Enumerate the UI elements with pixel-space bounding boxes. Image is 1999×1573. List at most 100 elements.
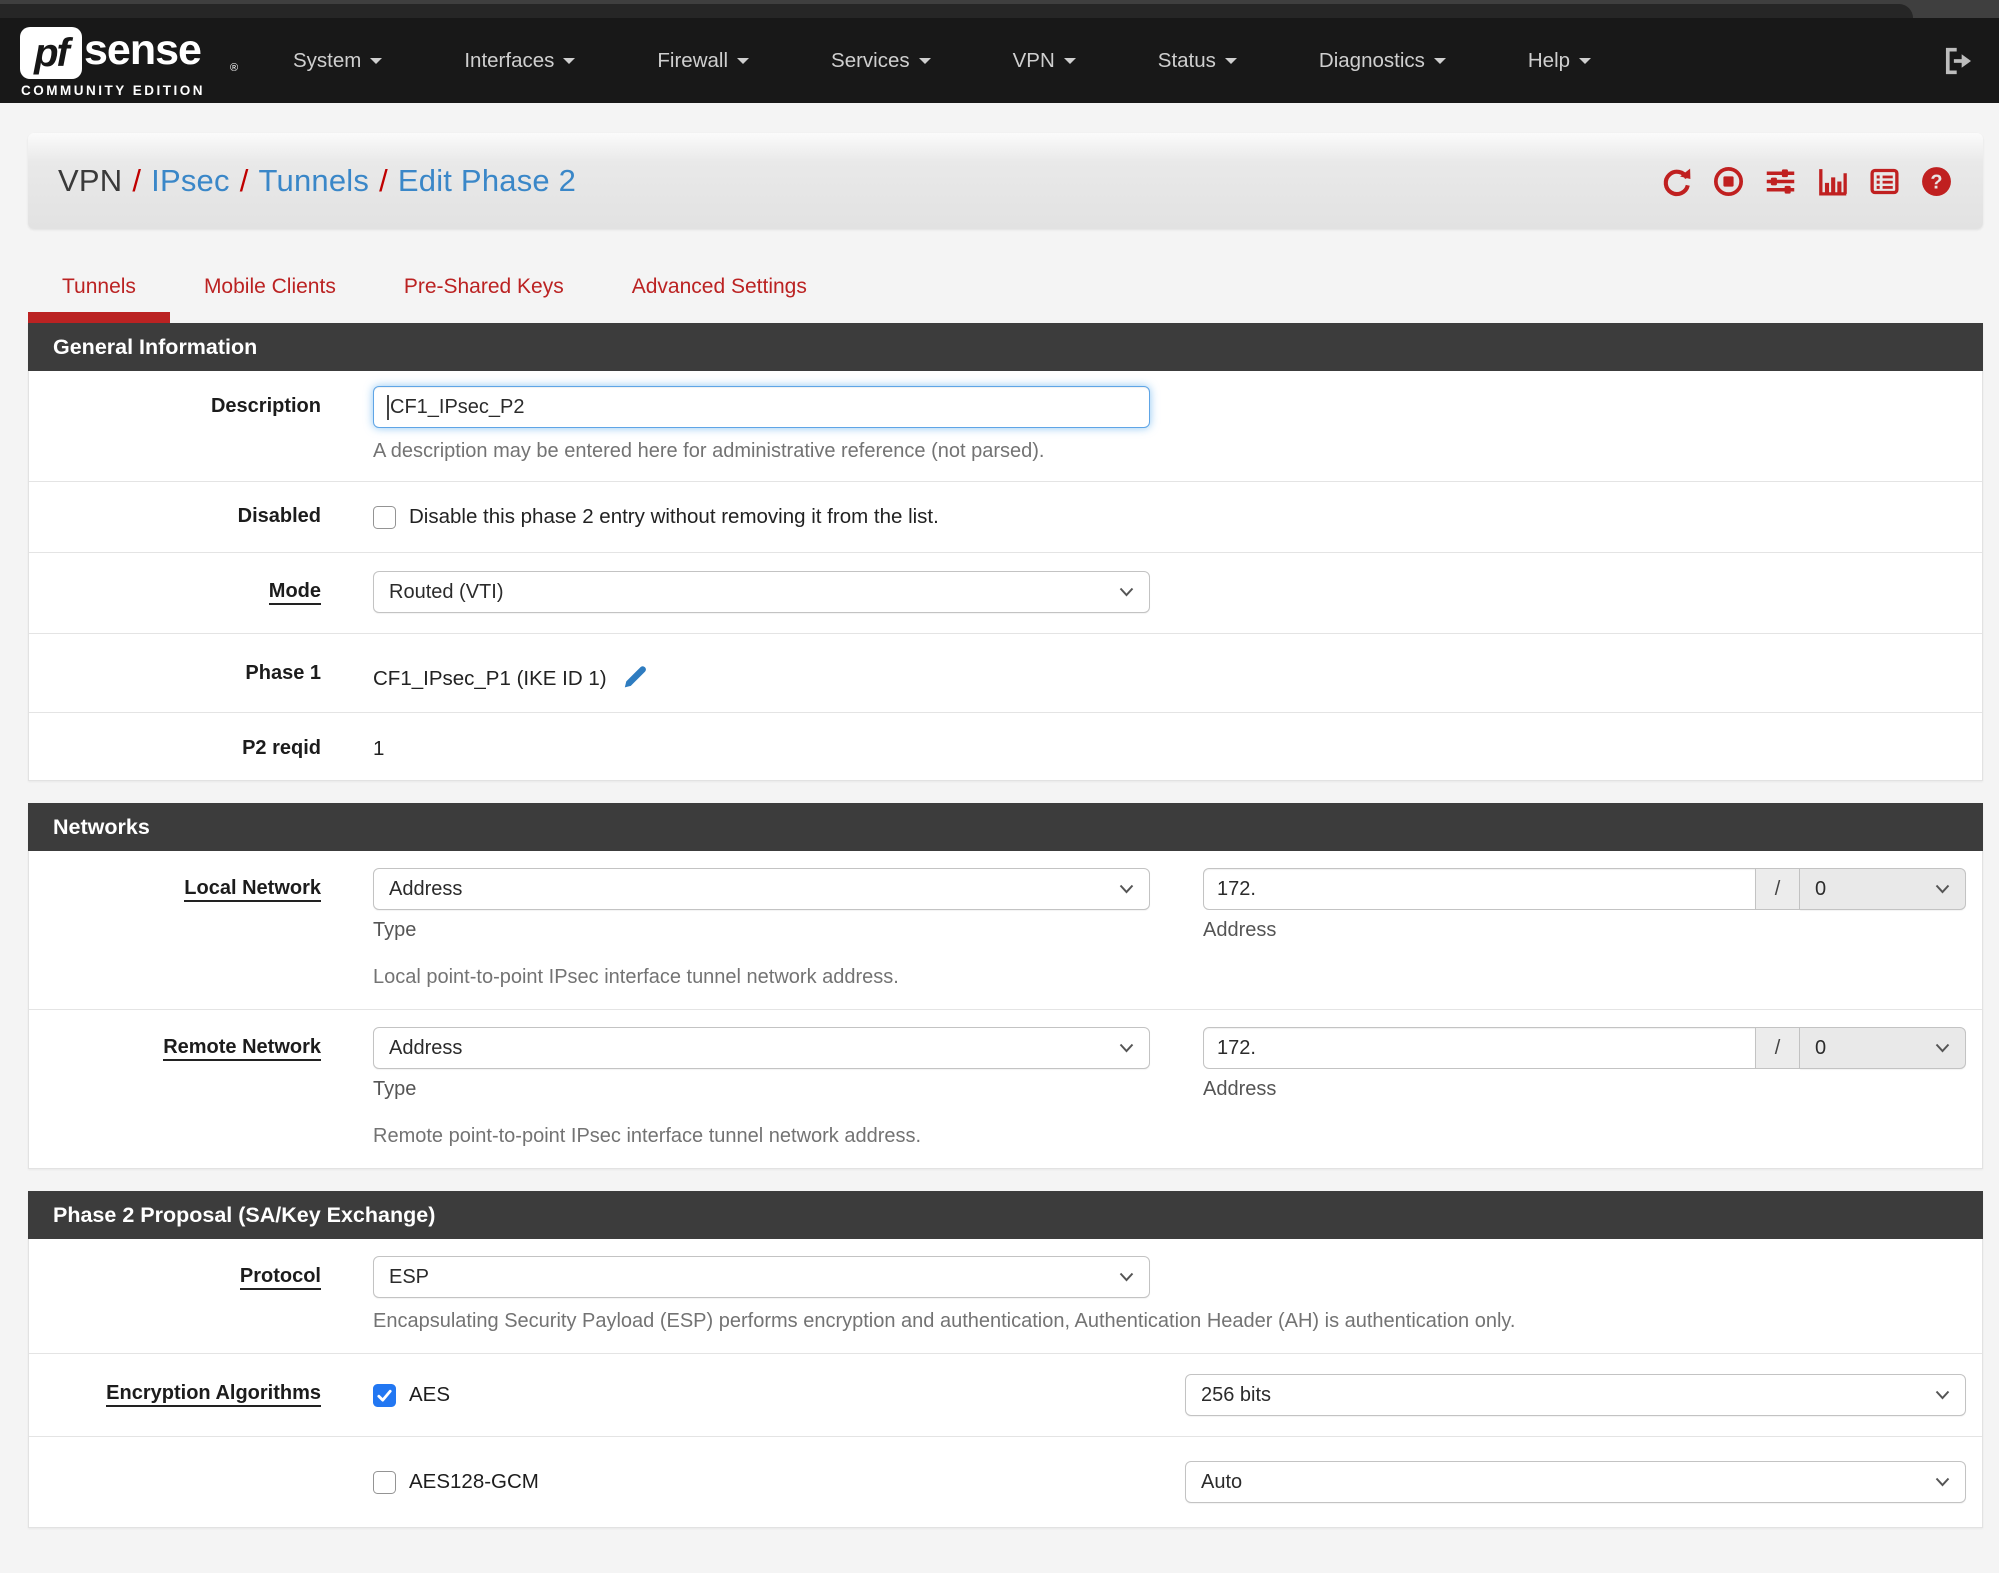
description-row: Description CF1_IPsec_P2 A description m… [29,371,1982,482]
description-help: A description may be entered here for ad… [373,440,1045,462]
description-label: Description [210,395,321,417]
networks-heading: Networks [28,803,1983,851]
nav-item-interfaces[interactable]: Interfaces [423,49,616,73]
aes-checkbox-label[interactable]: AES [409,1383,450,1407]
chevron-down-icon [1119,1043,1134,1053]
browser-tab-shape [0,4,1913,18]
help-icon[interactable]: ? [1920,165,1953,198]
tab-pre-shared-keys[interactable]: Pre-Shared Keys [370,275,598,323]
chevron-down-icon [1935,1043,1950,1053]
logo-registered-mark: ® [230,62,239,74]
nav-item-diagnostics[interactable]: Diagnostics [1278,49,1487,73]
encryption-aes-row: Encryption Algorithms AES 256 bits [29,1354,1982,1437]
mode-select[interactable]: Routed (VTI) [373,571,1150,613]
disabled-label: Disabled [237,505,321,527]
refresh-icon[interactable] [1660,165,1693,198]
chevron-down-icon [370,58,383,65]
chevron-down-icon [918,58,931,65]
text-caret [387,394,389,420]
remote-network-type-select[interactable]: Address [373,1027,1150,1069]
protocol-row: Protocol ESP Encapsulating Security Payl… [29,1239,1982,1354]
local-network-type-select[interactable]: Address [373,868,1150,910]
protocol-help: Encapsulating Security Payload (ESP) per… [373,1310,1516,1332]
page-action-icons: ? [1660,165,1953,198]
tab-advanced-settings[interactable]: Advanced Settings [598,275,841,323]
aes128gcm-checkbox[interactable] [373,1470,396,1494]
encryption-aes128gcm-row: AES128-GCM Auto [29,1437,1982,1527]
pf-logo-box: pf [20,27,82,79]
nav-item-help[interactable]: Help [1487,49,1632,73]
chevron-down-icon [1935,884,1950,894]
remote-type-help: Type [373,1078,417,1100]
breadcrumb-bar: VPN / IPsec / Tunnels / Edit Phase 2 ? [28,133,1983,229]
encryption-algorithms-label: Encryption Algorithms [29,1374,321,1416]
disabled-row: Disabled Disable this phase 2 entry with… [29,482,1982,553]
chevron-down-icon [1119,884,1134,894]
tab-mobile-clients[interactable]: Mobile Clients [170,275,370,323]
local-address-input[interactable]: 172. [1203,868,1756,910]
local-type-help: Type [373,919,417,941]
phase2-proposal-panel: Phase 2 Proposal (SA/Key Exchange) Proto… [28,1191,1983,1528]
nav-item-status[interactable]: Status [1117,49,1278,73]
aes128gcm-checkbox-label[interactable]: AES128-GCM [409,1470,539,1494]
chevron-down-icon [1119,1272,1134,1282]
aes-checkbox[interactable] [373,1383,396,1407]
local-network-row: Local Network Address Type 172. / 0 Addr… [29,851,1982,1010]
chevron-down-icon [1433,58,1446,65]
networks-panel: Networks Local Network Address Type 172.… [28,803,1983,1169]
nav-item-firewall[interactable]: Firewall [616,49,790,73]
remote-address-help: Address [1203,1078,1277,1100]
ipsec-tabs: Tunnels Mobile Clients Pre-Shared Keys A… [28,275,1983,323]
sliders-icon[interactable] [1764,165,1797,198]
phase1-value: CF1_IPsec_P1 (IKE ID 1) [373,653,1966,691]
slash-addon: / [1756,868,1800,910]
sign-out-icon[interactable] [1939,44,1973,78]
breadcrumb-link-edit-phase2[interactable]: Edit Phase 2 [398,163,576,198]
description-input[interactable]: CF1_IPsec_P2 [373,386,1150,428]
tab-tunnels[interactable]: Tunnels [28,275,170,323]
logo-sense-text: sense [84,26,202,74]
browser-top-strip [0,0,1999,18]
local-network-label: Local Network [29,868,321,989]
svg-text:?: ? [1930,171,1942,193]
p2reqid-label: P2 reqid [242,737,321,759]
remote-network-label: Remote Network [29,1027,321,1148]
chevron-down-icon [1935,1390,1950,1400]
chevron-down-icon [1224,58,1237,65]
local-address-help: Address [1203,919,1277,941]
remote-network-help: Remote point-to-point IPsec interface tu… [373,1125,922,1147]
protocol-label: Protocol [29,1256,321,1333]
protocol-select[interactable]: ESP [373,1256,1150,1298]
disabled-checkbox-label[interactable]: Disable this phase 2 entry without remov… [409,505,939,529]
edit-pencil-icon[interactable] [622,662,649,689]
p2reqid-value: 1 [373,737,385,760]
breadcrumb-link-tunnels[interactable]: Tunnels [259,163,370,198]
remote-prefix-select[interactable]: 0 [1800,1027,1966,1069]
list-icon[interactable] [1868,165,1901,198]
aes-keylen-select[interactable]: 256 bits [1185,1374,1966,1416]
stop-circle-icon[interactable] [1712,165,1745,198]
phase1-label: Phase 1 [245,662,321,684]
pfsense-logo[interactable]: pf sense ® COMMUNITY EDITION [18,18,238,103]
slash-addon: / [1756,1027,1800,1069]
phase2-proposal-heading: Phase 2 Proposal (SA/Key Exchange) [28,1191,1983,1239]
nav-item-vpn[interactable]: VPN [972,49,1117,73]
local-prefix-select[interactable]: 0 [1800,868,1966,910]
chevron-down-icon [1119,587,1134,597]
breadcrumb-vpn: VPN [58,163,123,198]
nav-menu: System Interfaces Firewall Services VPN … [252,49,1632,73]
bar-chart-icon[interactable] [1816,165,1849,198]
phase1-row: Phase 1 CF1_IPsec_P1 (IKE ID 1) [29,634,1982,713]
chevron-down-icon [737,58,750,65]
nav-item-services[interactable]: Services [790,49,972,73]
disabled-checkbox[interactable] [373,505,396,529]
general-information-panel: General Information Description CF1_IPse… [28,323,1983,781]
nav-item-system[interactable]: System [252,49,423,73]
breadcrumb-link-ipsec[interactable]: IPsec [151,163,230,198]
mode-label: Mode [29,571,321,613]
general-information-heading: General Information [28,323,1983,371]
remote-address-input[interactable]: 172. [1203,1027,1756,1069]
breadcrumb: VPN / IPsec / Tunnels / Edit Phase 2 [58,163,577,198]
chevron-down-icon [563,58,576,65]
aes128gcm-keylen-select[interactable]: Auto [1185,1461,1966,1503]
